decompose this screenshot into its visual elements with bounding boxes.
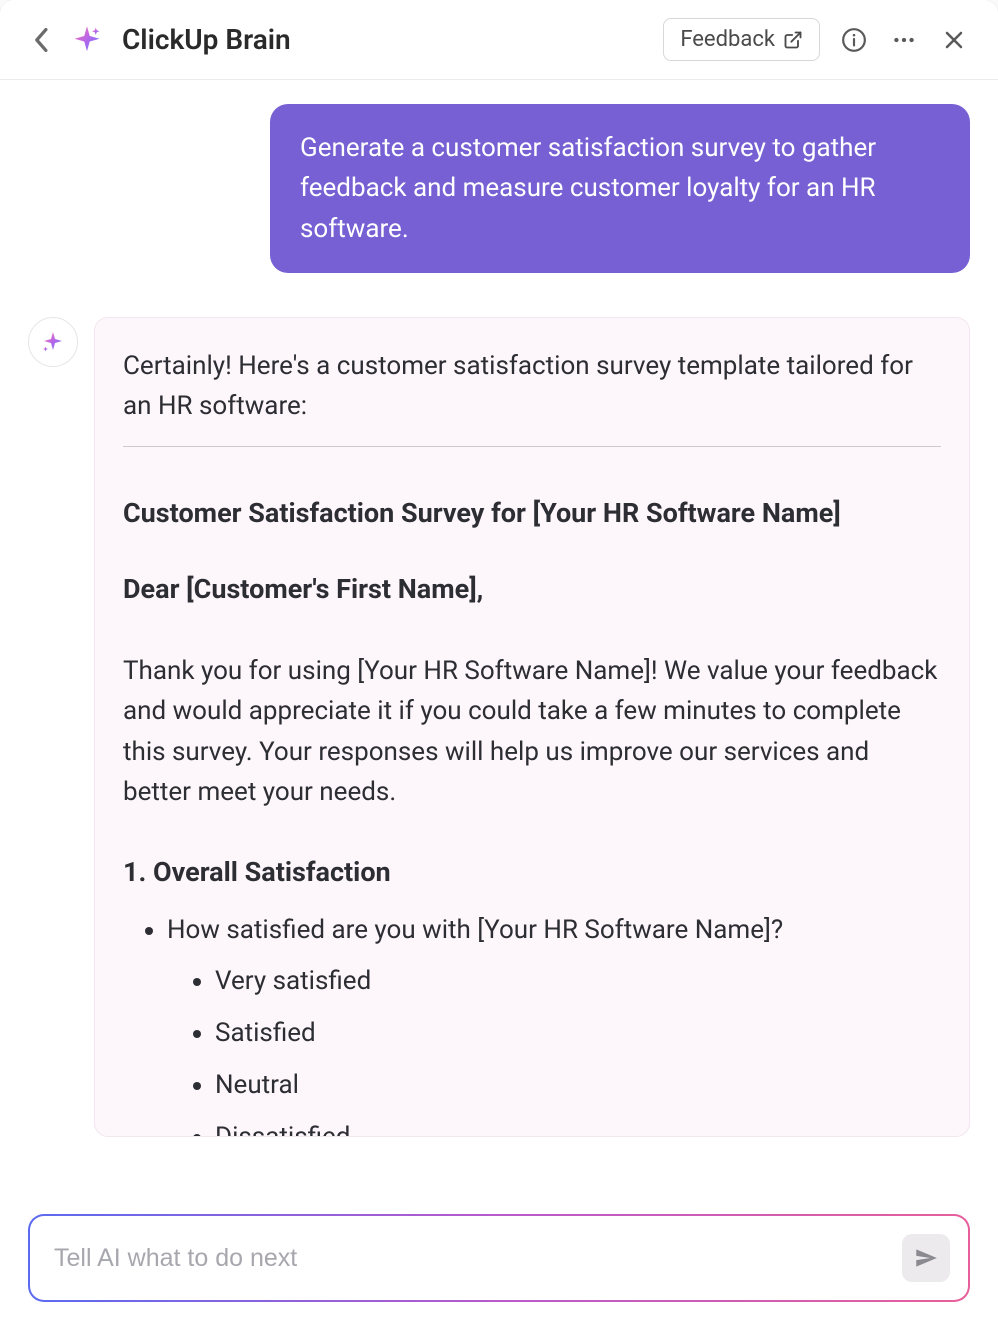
question-text: How satisfied are you with [Your HR Soft…: [167, 915, 783, 945]
divider: [123, 446, 941, 447]
close-icon: [942, 28, 966, 52]
survey-salutation: Dear [Customer's First Name],: [123, 569, 941, 611]
more-button[interactable]: [888, 24, 920, 56]
back-button[interactable]: [28, 26, 56, 54]
info-button[interactable]: [838, 24, 870, 56]
ai-message: Certainly! Here's a customer satisfactio…: [94, 317, 970, 1137]
send-icon: [913, 1245, 939, 1271]
app-logo: [70, 23, 104, 57]
survey-body: Thank you for using [Your HR Software Na…: [123, 651, 941, 812]
option-item: Satisfied: [215, 1013, 941, 1053]
user-message: Generate a customer satisfaction survey …: [270, 104, 970, 273]
feedback-label: Feedback: [680, 27, 775, 52]
chevron-left-icon: [34, 27, 50, 53]
page-title: ClickUp Brain: [122, 23, 649, 56]
question-list: How satisfied are you with [Your HR Soft…: [123, 910, 941, 1137]
input-inner: [30, 1216, 968, 1300]
external-link-icon: [783, 30, 803, 50]
send-button[interactable]: [902, 1234, 950, 1282]
sparkle-icon: [41, 330, 65, 354]
app-window: ClickUp Brain Feedback Generate a custom…: [0, 0, 998, 1334]
chat-area: Generate a customer satisfaction survey …: [0, 80, 998, 1334]
option-item: Neutral: [215, 1065, 941, 1105]
prompt-input[interactable]: [54, 1244, 902, 1273]
question-item: How satisfied are you with [Your HR Soft…: [167, 910, 941, 1137]
feedback-button[interactable]: Feedback: [663, 18, 820, 61]
info-icon: [841, 27, 867, 53]
ai-intro: Certainly! Here's a customer satisfactio…: [123, 346, 941, 427]
option-item: Dissatisfied: [215, 1117, 941, 1137]
survey-heading: Customer Satisfaction Survey for [Your H…: [123, 493, 941, 535]
option-item: Very satisfied: [215, 961, 941, 1001]
input-border: [28, 1214, 970, 1302]
input-area: [0, 1194, 998, 1334]
close-button[interactable]: [938, 24, 970, 56]
header-bar: ClickUp Brain Feedback: [0, 0, 998, 80]
options-list: Very satisfied Satisfied Neutral Dissati…: [167, 961, 941, 1137]
section-title: 1. Overall Satisfaction: [123, 852, 941, 894]
more-horizontal-icon: [891, 27, 917, 53]
ai-message-row: Certainly! Here's a customer satisfactio…: [28, 317, 970, 1137]
header-actions: Feedback: [663, 18, 970, 61]
sparkle-logo-icon: [72, 25, 102, 55]
ai-avatar: [28, 317, 78, 367]
